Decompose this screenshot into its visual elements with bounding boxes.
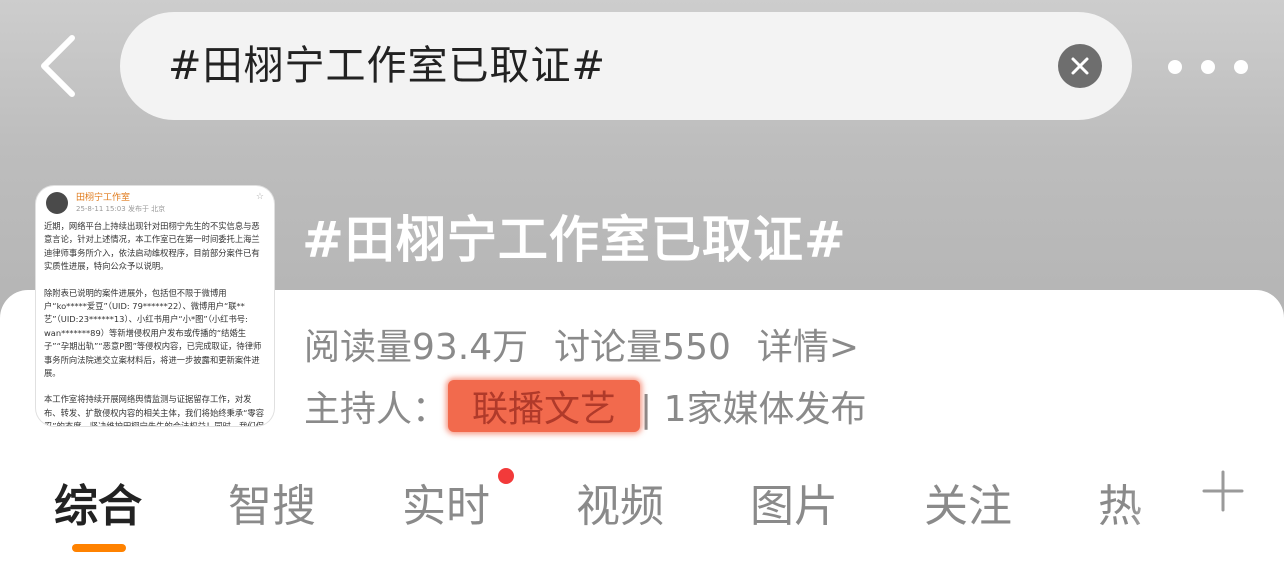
tab-images[interactable]: 图片 [750,470,838,534]
tab-following[interactable]: 关注 [924,470,1012,534]
read-count: 阅读量93.4万 [304,327,529,368]
clear-search-button[interactable] [1058,44,1102,88]
tab-fade-overlay [1130,462,1210,532]
thumbnail-post-meta: 25-8-11 15:03 发布于 北京 [76,205,166,213]
more-dots-icon [1168,60,1182,74]
tab-video[interactable]: 视频 [576,470,664,534]
tab-realtime[interactable]: 实时 [402,470,490,534]
thumbnail-paragraph: 本工作室将持续开展网络舆情监测与证据留存工作，对发布、转发、扩散侵权内容的相关主… [44,394,265,426]
discussion-count: 讨论量550 [554,327,731,368]
tab-smart-search[interactable]: 智搜 [228,470,316,534]
plus-icon [1202,470,1244,512]
thumbnail-account-name: 田栩宁工作室 [76,193,131,203]
active-tab-indicator [72,544,126,552]
avatar [46,192,68,214]
thumbnail-paragraph: 近期，网络平台上持续出现针对田栩宁先生的不实信息与恶意言论，针对上述情况，本工作… [44,221,260,272]
topic-thumbnail[interactable]: 田栩宁工作室 25-8-11 15:03 发布于 北京 ☆ 近期，网络平台上持续… [36,186,274,426]
tab-bar: 综合 智搜 实时 视频 图片 关注 热 [0,462,1284,552]
topic-stats: 阅读量93.4万 讨论量550 详情> [304,318,885,370]
thumbnail-post-body: 近期，网络平台上持续出现针对田栩宁先生的不实信息与恶意言论，针对上述情况，本工作… [44,220,266,426]
search-input[interactable]: #田栩宁工作室已取证# [168,12,606,120]
star-icon: ☆ [255,192,264,202]
thumbnail-paragraph: 除附表已说明的案件进展外，包括但不限于微博用户“ko*****爱豆”（UID: … [44,287,262,379]
details-link[interactable]: 详情> [757,327,859,368]
close-icon [1071,57,1089,75]
host-label: 主持人： [304,389,449,430]
topic-host: 主持人： 联播文艺 | 1家媒体发布 [304,380,867,432]
more-options-button[interactable] [1168,52,1248,82]
chevron-left-icon [41,35,75,97]
host-name[interactable]: 联播文艺 [448,380,641,432]
media-count[interactable]: | 1家媒体发布 [640,389,866,430]
topic-title: #田栩宁工作室已取证# [302,211,847,269]
notification-dot [498,468,514,484]
search-bar[interactable]: #田栩宁工作室已取证# [120,12,1132,120]
tab-comprehensive[interactable]: 综合 [54,470,142,534]
back-button[interactable] [28,34,88,98]
add-tab-button[interactable] [1200,468,1246,514]
